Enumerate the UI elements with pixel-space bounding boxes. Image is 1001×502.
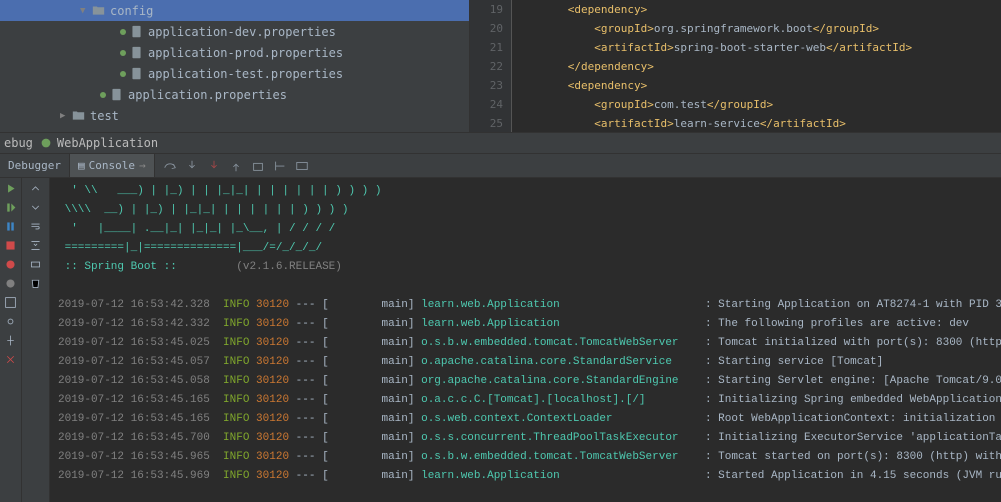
tree-file[interactable]: application-test.properties xyxy=(0,63,469,84)
line-gutter: 19 20 21 22 23 24 25 xyxy=(470,0,512,132)
tree-label: application-prod.properties xyxy=(148,46,343,60)
view-breakpoints-icon[interactable] xyxy=(4,258,17,271)
drop-frame-icon[interactable] xyxy=(251,159,265,173)
file-icon xyxy=(130,46,144,59)
debug-text: ebug xyxy=(4,136,33,150)
tab-debugger[interactable]: Debugger xyxy=(0,154,70,177)
run-gutter xyxy=(0,178,22,502)
leaf-icon xyxy=(100,92,106,98)
tree-label: config xyxy=(110,4,153,18)
force-step-into-icon[interactable] xyxy=(207,159,221,173)
stop-icon[interactable] xyxy=(4,239,17,252)
tab-console[interactable]: ▤ Console → xyxy=(70,154,155,177)
soft-wrap-icon[interactable] xyxy=(29,220,42,233)
file-icon xyxy=(110,88,124,101)
debug-toolbar: ebug WebApplication xyxy=(0,132,1001,154)
tree-file[interactable]: application-dev.properties xyxy=(0,21,469,42)
tree-file[interactable]: application.properties xyxy=(0,84,469,105)
tree-label: application-dev.properties xyxy=(148,25,336,39)
run-config-label[interactable]: WebApplication xyxy=(57,136,158,150)
layout-icon[interactable] xyxy=(4,296,17,309)
pin-tab-icon[interactable] xyxy=(4,334,17,347)
rerun-icon[interactable] xyxy=(4,182,17,195)
step-into-icon[interactable] xyxy=(185,159,199,173)
tree-label: application.properties xyxy=(128,88,287,102)
print-icon[interactable] xyxy=(29,258,42,271)
chevron-right-icon[interactable]: ▶ xyxy=(60,111,70,121)
down-icon[interactable] xyxy=(29,201,42,214)
resume-icon[interactable] xyxy=(4,201,17,214)
mute-breakpoints-icon[interactable] xyxy=(4,277,17,290)
leaf-icon xyxy=(120,71,126,77)
up-icon[interactable] xyxy=(29,182,42,195)
evaluate-icon[interactable] xyxy=(295,159,309,173)
bug-icon[interactable] xyxy=(39,136,53,150)
file-icon xyxy=(130,67,144,80)
leaf-icon xyxy=(120,29,126,35)
console-gutter xyxy=(22,178,50,502)
folder-icon xyxy=(72,109,86,122)
code-editor[interactable]: 19 20 21 22 23 24 25 <dependency> <group… xyxy=(470,0,1001,132)
scroll-end-icon[interactable] xyxy=(29,239,42,252)
editor-body[interactable]: <dependency> <groupId>org.springframewor… xyxy=(512,0,1001,132)
settings-icon[interactable] xyxy=(4,315,17,328)
pin-icon[interactable]: → xyxy=(139,159,146,172)
tree-folder-test[interactable]: ▶ test xyxy=(0,105,469,126)
tree-label: application-test.properties xyxy=(148,67,343,81)
console-icon: ▤ xyxy=(78,159,85,172)
project-tree: ▼ config application-dev.properties appl… xyxy=(0,0,470,132)
step-over-icon[interactable] xyxy=(163,159,177,173)
step-toolbar xyxy=(163,154,309,177)
tree-label: test xyxy=(90,109,119,123)
file-icon xyxy=(130,25,144,38)
folder-icon xyxy=(92,4,106,17)
run-to-cursor-icon[interactable] xyxy=(273,159,287,173)
tree-file[interactable]: application-prod.properties xyxy=(0,42,469,63)
console-output[interactable]: ' \\ ___) | |_) | | |_|_| | | | | | | ) … xyxy=(50,178,1001,502)
chevron-down-icon[interactable]: ▼ xyxy=(80,6,90,16)
leaf-icon xyxy=(120,50,126,56)
clear-icon[interactable] xyxy=(29,277,42,290)
pause-icon[interactable] xyxy=(4,220,17,233)
close-icon[interactable] xyxy=(4,353,17,366)
tree-folder-config[interactable]: ▼ config xyxy=(0,0,469,21)
debug-tabs: Debugger ▤ Console → xyxy=(0,154,1001,178)
step-out-icon[interactable] xyxy=(229,159,243,173)
